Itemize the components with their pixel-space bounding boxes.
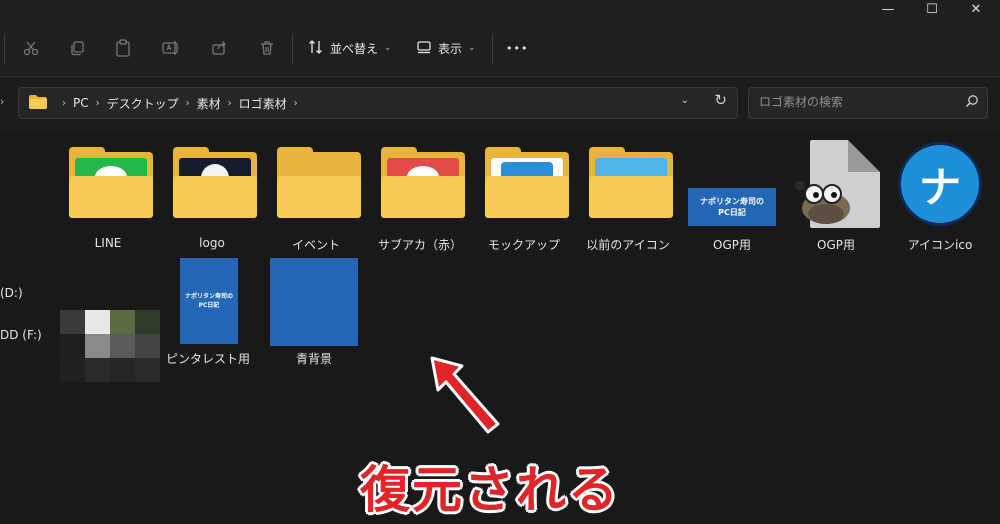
breadcrumb-desktop[interactable]: デスクトップ	[107, 95, 179, 112]
copy-icon[interactable]	[64, 36, 90, 60]
maximize-button[interactable]: ☐	[910, 0, 954, 18]
divider	[4, 34, 5, 64]
view-icon	[416, 40, 432, 57]
address-bar[interactable]: › PC › デスクトップ › 素材 › ロゴ素材 › ⌄ ↻	[18, 87, 738, 119]
list-item[interactable]: サブアカ（赤）	[368, 147, 472, 252]
close-button[interactable]: ✕	[954, 0, 998, 18]
item-label: logo	[199, 236, 225, 250]
item-label: モックアップ	[487, 238, 560, 252]
scissors-icon[interactable]	[18, 36, 44, 60]
rename-icon[interactable]	[158, 36, 184, 60]
folder-icon	[29, 94, 47, 112]
chevron-down-icon: ⌄	[384, 43, 392, 53]
annotation-arrow	[428, 352, 504, 440]
item-label: LINE	[94, 236, 122, 250]
minimize-button[interactable]: —	[866, 0, 910, 18]
item-label: アイコンico	[907, 238, 973, 252]
search-box[interactable]	[748, 87, 988, 119]
view-label: 表示	[438, 41, 463, 56]
image-thumbnail: ナポリタン寿司の PC日記	[180, 258, 238, 344]
item-label: OGP用	[713, 238, 751, 252]
divider	[492, 34, 493, 64]
item-label: サブアカ（赤）	[377, 238, 462, 252]
item-label: ピンタレスト用	[165, 352, 250, 366]
chevron-down-icon: ⌄	[468, 43, 476, 53]
list-item[interactable]: logo	[160, 147, 264, 252]
breadcrumb-logo-sozai[interactable]: ロゴ素材	[239, 95, 287, 112]
drive-d[interactable]: (D:)	[0, 286, 23, 300]
paste-icon[interactable]	[110, 36, 136, 60]
item-label: イベント	[291, 238, 340, 252]
sort-icon	[308, 39, 324, 58]
image-thumbnail	[270, 258, 358, 346]
search-input[interactable]	[757, 94, 961, 110]
list-item[interactable]: LINE	[56, 147, 160, 252]
item-label: 以前のアイコン	[586, 238, 670, 252]
delete-icon[interactable]	[254, 36, 280, 60]
refresh-icon[interactable]: ↻	[714, 91, 727, 109]
drive-f[interactable]: DD (F:)	[0, 328, 42, 342]
app-icon: ナ	[898, 142, 982, 226]
blurred-thumbnail[interactable]	[60, 310, 160, 382]
list-item[interactable]: 以前のアイコン	[576, 147, 680, 252]
folder-icon	[173, 147, 257, 218]
list-item[interactable]: ナポリタン寿司の PC日記 OGP用	[680, 152, 784, 252]
chevron-left-icon[interactable]: ›	[0, 95, 4, 108]
sort-button[interactable]: 並べ替え ⌄	[308, 36, 392, 60]
list-item[interactable]: モックアップ	[472, 147, 576, 252]
folder-icon	[589, 147, 673, 218]
folder-icon	[485, 147, 569, 218]
sort-label: 並べ替え	[330, 41, 379, 56]
folder-icon	[381, 147, 465, 218]
chevron-down-icon[interactable]: ⌄	[681, 95, 689, 106]
list-item[interactable]: イベント	[264, 147, 368, 252]
list-item[interactable]: 青背景	[262, 256, 366, 368]
command-bar: 並べ替え ⌄ 表示 ⌄ •••	[0, 20, 1000, 76]
search-icon	[965, 94, 979, 111]
breadcrumb-separator: ›	[62, 97, 66, 109]
breadcrumb-pc[interactable]: PC	[73, 96, 89, 110]
folder-icon	[277, 147, 361, 218]
navigation-bar: › › PC › デスクトップ › 素材 › ロゴ素材 › ⌄ ↻	[0, 76, 1000, 131]
item-label: 青背景	[295, 352, 332, 366]
share-icon[interactable]	[206, 36, 232, 60]
image-thumbnail: ナポリタン寿司の PC日記	[688, 188, 776, 226]
list-item[interactable]: ナポリタン寿司の PC日記 ピンタレスト用	[156, 256, 260, 368]
list-item[interactable]: OGP用	[784, 136, 888, 252]
navigation-pane: (D:) DD (F:)	[0, 131, 42, 524]
item-label: OGP用	[817, 238, 855, 252]
breadcrumb-separator: ›	[185, 97, 190, 109]
breadcrumb-separator: ›	[227, 97, 232, 109]
view-button[interactable]: 表示 ⌄	[416, 36, 476, 60]
annotation-text: 復元される	[360, 461, 620, 519]
breadcrumb-separator: ›	[95, 97, 100, 109]
gimp-icon	[792, 172, 856, 228]
folder-icon	[69, 147, 153, 218]
breadcrumb-separator: ›	[293, 97, 298, 109]
divider	[292, 34, 293, 64]
more-options-button[interactable]: •••	[506, 36, 528, 60]
title-bar: — ☐ ✕	[0, 0, 1000, 20]
list-item[interactable]: ナ アイコンico	[888, 140, 992, 252]
breadcrumb-sozai[interactable]: 素材	[197, 95, 221, 112]
more-icon: •••	[506, 41, 529, 55]
